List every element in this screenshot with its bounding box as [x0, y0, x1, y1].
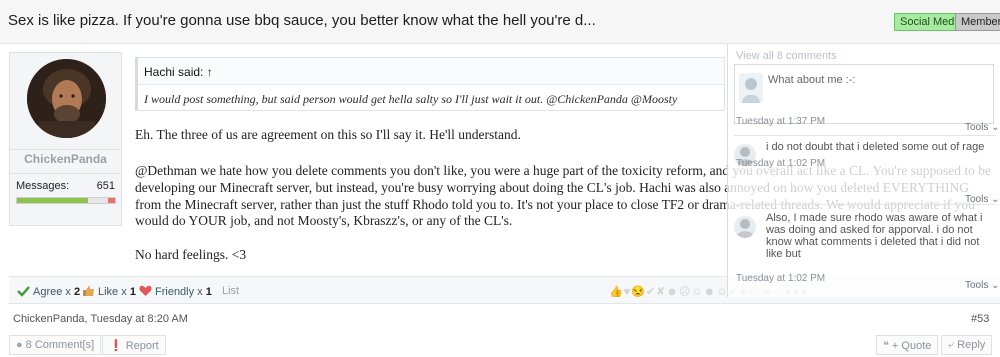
- message-line: Eh. The three of us are agreement on thi…: [135, 127, 521, 142]
- comments-button-label: 8 Comment[s]: [25, 339, 95, 351]
- report-button[interactable]: ❗ Report: [102, 335, 166, 355]
- message-line: would do YOUR job, and not Moosty's, Kbr…: [135, 213, 513, 228]
- post-actions: ● 8 Comment[s] ❗ Report ❝ + Quote ⤶ Reply: [9, 333, 1000, 357]
- commenter-avatar: [739, 73, 763, 103]
- quote-button-label: + Quote: [891, 340, 932, 352]
- rating-agree-count: 2: [73, 286, 81, 298]
- comment-time: Tuesday at 1:02 PM: [736, 158, 826, 169]
- report-icon: ❗: [109, 340, 123, 352]
- reply-icon: ⤶: [948, 339, 955, 351]
- quote-block: Hachi said: ↑ I would post something, bu…: [135, 57, 725, 111]
- ratings-list-link[interactable]: List: [222, 285, 239, 297]
- rating-like[interactable]: Like x 1: [82, 285, 136, 298]
- rating-friendly-label: Friendly x: [155, 286, 203, 298]
- chevron-down-icon: ⌄: [988, 122, 1000, 133]
- quote-icon: ❝: [883, 340, 889, 352]
- rating-friendly-count: 1: [205, 286, 212, 298]
- comment-tools-label: Tools: [965, 122, 989, 133]
- comment-text: Also, I made sure rhodo was aware of wha…: [766, 212, 983, 260]
- messages-value[interactable]: 651: [97, 180, 115, 192]
- thread-title: Sex is like pizza. If you're gonna use b…: [8, 12, 596, 29]
- reply-button[interactable]: ⤶ Reply: [941, 335, 993, 355]
- rating-bar-positive: [17, 198, 88, 203]
- message-line: No hard feelings. <3: [135, 247, 247, 262]
- quote-button[interactable]: ❝ + Quote: [876, 335, 939, 355]
- check-icon: [17, 286, 30, 297]
- comment-input-placeholder: What about me :-:: [768, 74, 856, 86]
- rating-agree[interactable]: Agree x 2: [17, 285, 80, 298]
- quote-body: I would post something, but said person …: [144, 92, 678, 106]
- rating-like-count: 1: [129, 286, 136, 298]
- post-author-date[interactable]: ChickenPanda, Tuesday at 8:20 AM: [13, 313, 188, 325]
- chevron-down-icon: ⌄: [988, 280, 1000, 291]
- rating-friendly[interactable]: Friendly x 1: [139, 285, 212, 298]
- rating-bar-negative: [108, 198, 115, 203]
- post-number[interactable]: #53: [971, 313, 989, 325]
- report-button-label: Report: [125, 340, 159, 352]
- heart-icon: [139, 285, 152, 296]
- comment-time: Tuesday at 1:37 PM: [736, 116, 826, 127]
- username[interactable]: ChickenPanda: [10, 149, 121, 166]
- comment-tools[interactable]: Tools ⌄: [965, 122, 1000, 133]
- comment-time: Tuesday at 1:02 PM: [736, 273, 826, 284]
- messages-label: Messages:: [16, 180, 70, 192]
- comments-panel: View all 8 comments What about me :-: Tu…: [727, 44, 1000, 297]
- comment-tools[interactable]: Tools ⌄: [965, 280, 1000, 291]
- quote-header[interactable]: Hachi said: ↑: [138, 58, 724, 85]
- avatar[interactable]: [27, 59, 106, 138]
- rating-like-label: Like x: [98, 286, 127, 298]
- comment-tools-label: Tools: [965, 280, 989, 291]
- thumbs-up-icon: [83, 286, 94, 296]
- comments-button[interactable]: ● 8 Comment[s]: [9, 335, 102, 355]
- comment-text: i do not doubt that i deleted some out o…: [766, 141, 985, 153]
- view-all-comments-link[interactable]: View all 8 comments: [736, 50, 837, 62]
- message-count-row: Messages: 651: [10, 173, 121, 207]
- comment-divider: [734, 204, 996, 205]
- comment-icon: ●: [16, 339, 23, 351]
- comment-divider: [734, 135, 996, 136]
- rating-agree-label: Agree x: [33, 286, 71, 298]
- comment-avatar[interactable]: [734, 216, 756, 238]
- rating-bar: [16, 197, 116, 204]
- reply-button-label: Reply: [957, 339, 986, 351]
- thread-title-bar: Sex is like pizza. If you're gonna use b…: [0, 0, 1000, 44]
- user-info-panel: ChickenPanda Messages: 651: [9, 52, 122, 226]
- comment-input-box[interactable]: What about me :-:: [734, 64, 994, 124]
- prefix-member[interactable]: Member: [955, 13, 1000, 31]
